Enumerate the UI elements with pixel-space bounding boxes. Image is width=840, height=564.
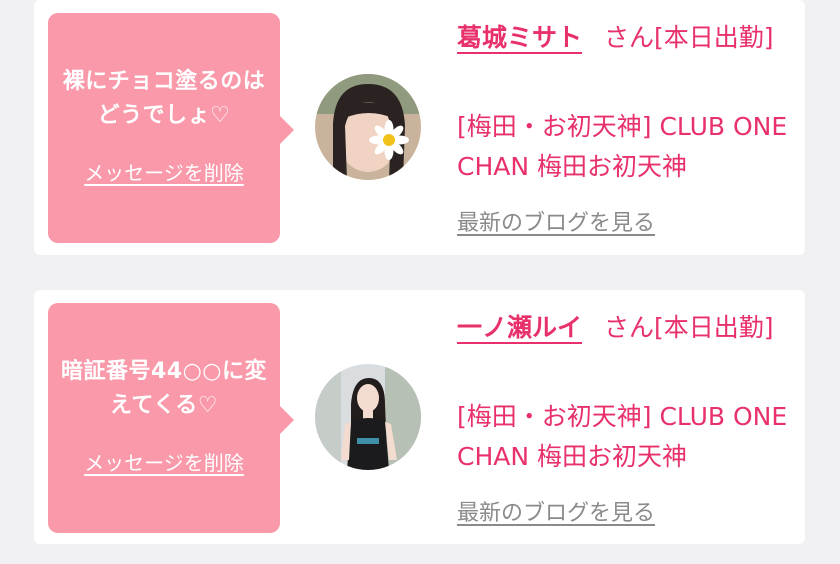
delete-message-link[interactable]: メッセージを削除: [48, 157, 280, 186]
avatar-photo: [315, 74, 421, 180]
message-card: 暗証番号44○○に変えてくる♡ メッセージを削除 一ノ瀬ルイ さん[本日出勤] […: [34, 290, 805, 544]
cast-status: さん[本日出勤]: [604, 313, 774, 342]
cast-status: さん[本日出勤]: [604, 23, 774, 52]
shop-name: [梅田・お初天神] CLUB ONE CHAN 梅田お初天神: [457, 402, 788, 471]
avatar[interactable]: [315, 74, 421, 180]
cast-name-link[interactable]: 一ノ瀬ルイ: [457, 313, 582, 342]
cast-name-link[interactable]: 葛城ミサト: [457, 23, 582, 52]
name-line: 葛城ミサト さん[本日出勤]: [457, 18, 797, 58]
delete-message-link[interactable]: メッセージを削除: [48, 447, 280, 476]
message-bubble: 暗証番号44○○に変えてくる♡ メッセージを削除: [48, 303, 294, 533]
shop-name: [梅田・お初天神] CLUB ONE CHAN 梅田お初天神: [457, 112, 788, 181]
message-card: 裸にチョコ塗るのはどうでしょ♡ メッセージを削除 葛城ミサトさん[本日出勤] […: [34, 0, 805, 255]
avatar[interactable]: [315, 364, 421, 470]
latest-blog-link[interactable]: 最新のブログを見る: [457, 205, 655, 237]
name-line: 一ノ瀬ルイ さん[本日出勤]: [457, 308, 797, 348]
latest-blog-link[interactable]: 最新のブログを見る: [457, 495, 655, 527]
avatar-photo: [315, 364, 421, 470]
message-text: 暗証番号44○○に変えてくる♡: [60, 359, 267, 418]
message-text: 裸にチョコ塗るのはどうでしょ♡: [62, 69, 266, 128]
message-bubble: 裸にチョコ塗るのはどうでしょ♡ メッセージを削除: [48, 13, 294, 243]
